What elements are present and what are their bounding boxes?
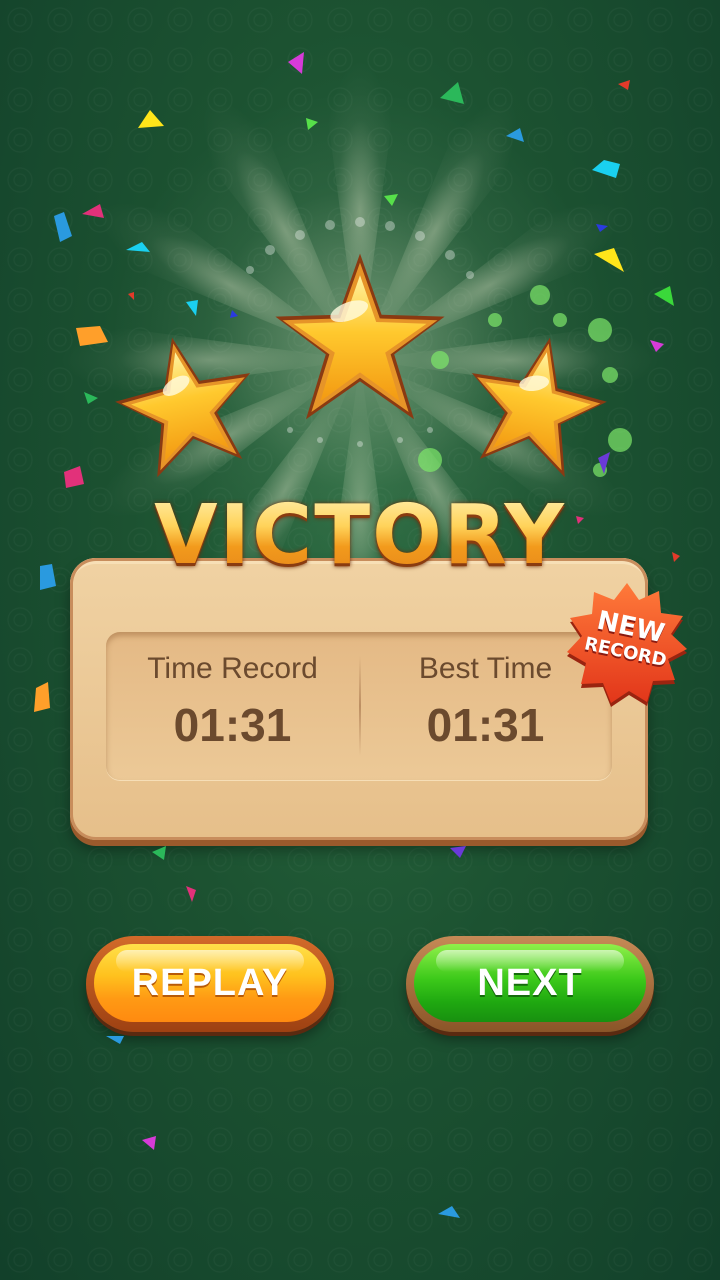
confetti <box>34 52 680 1218</box>
